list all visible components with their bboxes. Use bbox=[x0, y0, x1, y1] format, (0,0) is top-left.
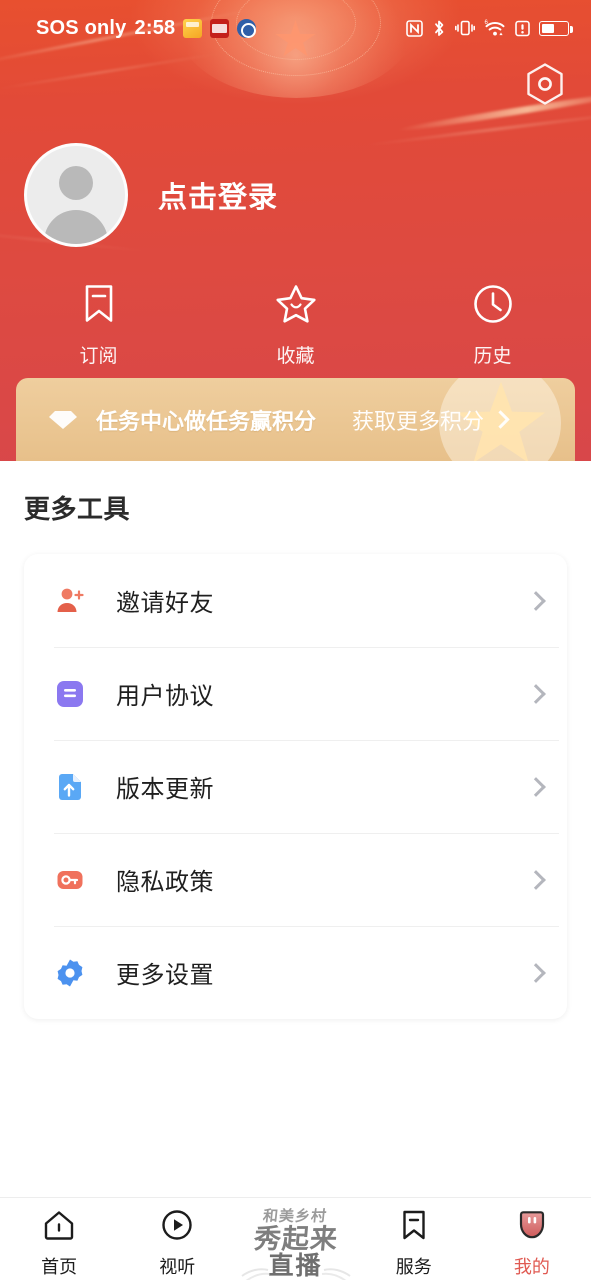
vibrate-icon bbox=[455, 19, 475, 37]
red-app-icon bbox=[210, 18, 230, 38]
list-item-invite-friend[interactable]: 邀请好友 bbox=[24, 554, 567, 647]
nav-item-label: 我的 bbox=[513, 1257, 550, 1277]
app-screen: SOS only 2:58 6 点击登录 订阅 收藏 历史 任务中心做任务赢积分… bbox=[0, 0, 591, 1280]
live-logo-line2: 秀起来 bbox=[252, 1224, 339, 1254]
main-content: 更多工具 邀请好友 用户协议 版本更新 隐私政策 更多设置 bbox=[0, 461, 591, 1197]
chevron-right-icon bbox=[491, 410, 510, 429]
version-update-icon bbox=[54, 771, 86, 803]
battery-fill bbox=[542, 23, 554, 33]
nav-item-home[interactable]: 首页 bbox=[0, 1208, 118, 1279]
play-circle-icon bbox=[160, 1208, 194, 1247]
clock-icon bbox=[472, 283, 514, 330]
bookmark-nav-icon bbox=[397, 1208, 431, 1247]
privacy-key-icon bbox=[54, 864, 86, 896]
quick-action-history[interactable]: 历史 bbox=[394, 283, 591, 368]
quick-action-label: 订阅 bbox=[79, 346, 118, 367]
list-item-label: 更多设置 bbox=[116, 962, 214, 989]
list-item-label: 用户协议 bbox=[116, 683, 214, 710]
chevron-right-icon bbox=[526, 869, 546, 890]
status-bar-left: SOS only 2:58 bbox=[36, 16, 257, 40]
profile-badge-icon bbox=[515, 1208, 549, 1247]
task-banner-title: 任务中心做任务赢积分 bbox=[96, 408, 317, 434]
blue-app-icon bbox=[237, 18, 257, 38]
yellow-app-icon bbox=[183, 18, 203, 38]
profile-header[interactable]: 点击登录 bbox=[24, 143, 278, 247]
light-streak-decoration bbox=[0, 51, 229, 91]
live-logo-line1: 和美乡村 bbox=[262, 1208, 329, 1225]
nav-item-video[interactable]: 视听 bbox=[118, 1208, 236, 1279]
task-banner-cta[interactable]: 获取更多积分 bbox=[352, 404, 510, 436]
chevron-right-icon bbox=[526, 776, 546, 797]
list-item-more-settings[interactable]: 更多设置 bbox=[24, 926, 567, 1019]
quick-action-label: 历史 bbox=[473, 346, 512, 367]
star-icon bbox=[275, 283, 317, 330]
bookmark-icon bbox=[80, 283, 118, 330]
clock-label: 2:58 bbox=[134, 16, 176, 39]
home-icon bbox=[42, 1208, 76, 1247]
default-avatar-icon bbox=[59, 166, 93, 200]
nav-item-label: 视听 bbox=[159, 1257, 196, 1277]
tools-card: 邀请好友 用户协议 版本更新 隐私政策 更多设置 bbox=[24, 554, 567, 1019]
alert-icon bbox=[515, 20, 530, 37]
task-center-banner[interactable]: 任务中心做任务赢积分 获取更多积分 bbox=[16, 378, 575, 461]
list-item-label: 隐私政策 bbox=[116, 869, 214, 896]
bottom-navigation: 首页 视听 和美乡村 秀起来 直播 服务 我的 bbox=[0, 1197, 591, 1280]
quick-action-favorites[interactable]: 收藏 bbox=[197, 283, 394, 368]
avatar[interactable] bbox=[24, 143, 128, 247]
page-title: 更多工具 bbox=[24, 494, 131, 524]
user-agreement-icon bbox=[54, 678, 86, 710]
list-item-privacy-policy[interactable]: 隐私政策 bbox=[24, 833, 567, 926]
login-prompt[interactable]: 点击登录 bbox=[158, 174, 278, 216]
logo-wings-decoration bbox=[240, 1268, 351, 1280]
nav-item-label: 服务 bbox=[395, 1257, 432, 1277]
nav-item-service[interactable]: 服务 bbox=[355, 1208, 473, 1279]
live-logo: 和美乡村 秀起来 直播 bbox=[237, 1196, 355, 1280]
chevron-right-icon bbox=[526, 683, 546, 704]
carrier-label: SOS only bbox=[36, 16, 127, 39]
chevron-right-icon bbox=[526, 590, 546, 611]
battery-icon bbox=[539, 20, 573, 36]
status-bar-right: 6 bbox=[406, 19, 573, 38]
list-item-user-agreement[interactable]: 用户协议 bbox=[24, 647, 567, 740]
list-item-label: 邀请好友 bbox=[116, 590, 214, 617]
invite-friend-icon bbox=[54, 585, 86, 617]
diamond-icon bbox=[48, 409, 78, 431]
nfc-icon bbox=[406, 19, 423, 37]
quick-action-label: 收藏 bbox=[276, 346, 315, 367]
list-item-label: 版本更新 bbox=[116, 776, 214, 803]
chevron-right-icon bbox=[526, 962, 546, 983]
quick-actions: 订阅 收藏 历史 bbox=[0, 283, 591, 368]
list-item-version-update[interactable]: 版本更新 bbox=[24, 740, 567, 833]
bluetooth-icon bbox=[432, 19, 446, 38]
quick-action-subscribe[interactable]: 订阅 bbox=[0, 283, 197, 368]
hexagon-settings-icon[interactable] bbox=[521, 60, 569, 108]
nav-item-profile[interactable]: 我的 bbox=[473, 1208, 591, 1279]
settings-gear-icon bbox=[54, 957, 86, 989]
task-banner-cta-label: 获取更多积分 bbox=[352, 408, 485, 434]
status-bar: SOS only 2:58 6 bbox=[0, 0, 591, 56]
nav-item-label: 首页 bbox=[41, 1257, 78, 1277]
default-avatar-body bbox=[44, 210, 108, 244]
wifi-6-icon: 6 bbox=[484, 19, 506, 37]
